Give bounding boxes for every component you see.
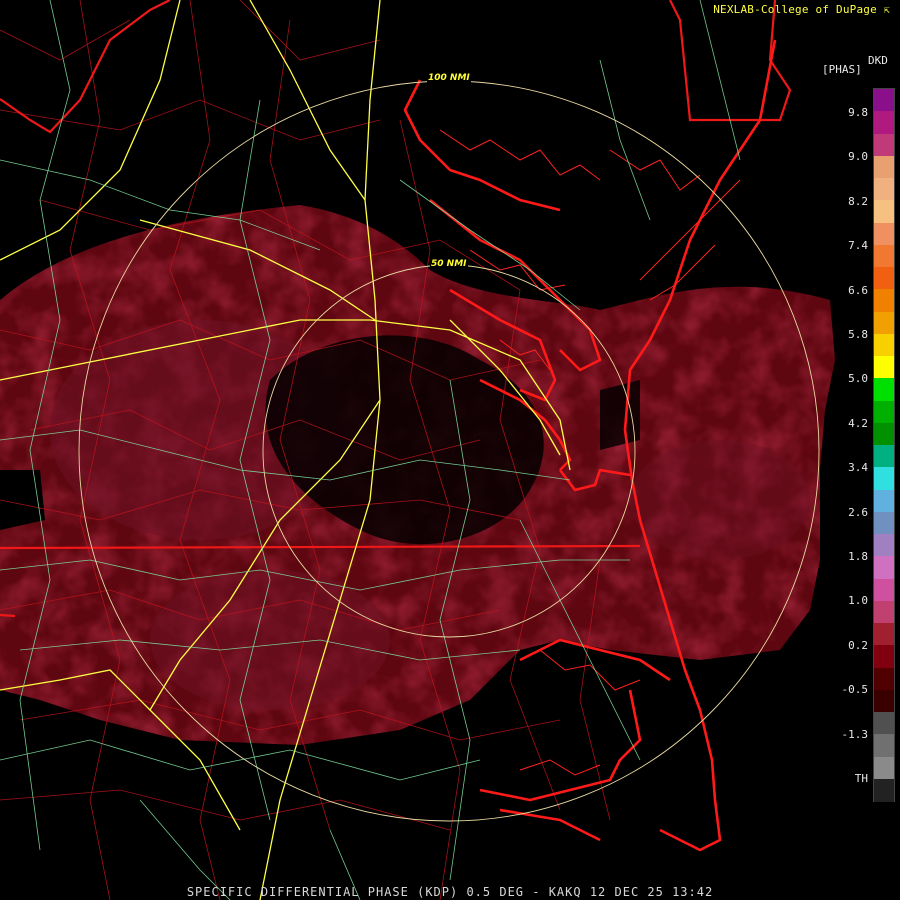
color-scale-segment [874, 578, 894, 602]
color-scale-segment [874, 556, 894, 580]
color-scale-segment [874, 155, 894, 179]
color-scale-segment [874, 333, 894, 357]
color-scale-segment [874, 712, 894, 735]
range-ring-50nmi-label: 50 NMI [430, 259, 468, 269]
color-scale-label: TH [854, 772, 868, 785]
color-scale-label: 4.2 [848, 416, 868, 430]
color-scale-segment [874, 600, 894, 624]
color-scale-segment [874, 200, 894, 224]
color-scale-label: 5.8 [848, 328, 868, 341]
color-scale-segment [874, 778, 894, 802]
color-scale-segment [874, 356, 894, 379]
color-scale-label: 3.4 [848, 461, 868, 475]
color-scale-segment [874, 222, 894, 246]
color-scale-segment [874, 445, 894, 468]
color-scale-segment [874, 645, 894, 669]
color-scale-segment [874, 133, 894, 157]
color-scale-segment [874, 267, 894, 290]
color-scale-label: 1.8 [848, 550, 868, 563]
credit-label: NEXLAB-College of DuPage ⇱ [713, 3, 890, 16]
color-scale-segment [874, 734, 894, 758]
color-scale-label: 9.8 [848, 106, 868, 119]
color-scale-label: 7.4 [848, 239, 868, 253]
color-scale-segment [874, 534, 894, 557]
color-scale-segment [874, 178, 894, 201]
kdp-echo-field [0, 205, 835, 745]
color-scale-segment [874, 467, 894, 491]
color-scale-segment [874, 511, 894, 535]
range-ring-100nmi-label: 100 NMI [427, 73, 471, 83]
color-scale-label: 0.2 [848, 638, 868, 652]
color-scale-label: -1.3 [841, 727, 869, 741]
product-description: SPECIFIC DIFFERENTIAL PHASE (KDP) 0.5 DE… [186, 885, 714, 899]
color-scale-segment [874, 89, 894, 112]
color-scale-label: 8.2 [848, 194, 868, 208]
color-scale-segment [874, 489, 894, 513]
color-scale-segment [874, 623, 894, 646]
color-scale-segment [874, 422, 894, 446]
color-scale-segment [874, 378, 894, 402]
color-scale-bar [873, 88, 895, 802]
color-scale-label: 5.0 [848, 372, 868, 386]
color-scale-segment [874, 689, 894, 713]
credit-logo-icon: ⇱ [883, 5, 890, 16]
color-scale-segment [874, 667, 894, 691]
color-scale-label: 6.6 [848, 283, 868, 297]
color-scale-segment [874, 111, 894, 135]
product-code-label: DKD [868, 54, 888, 67]
credit-text: NEXLAB-College of DuPage [713, 3, 877, 16]
color-scale-segment [874, 311, 894, 335]
color-scale-label: 9.0 [848, 150, 868, 164]
unit-label: [PHAS] [822, 63, 862, 76]
color-scale-label: -0.5 [841, 683, 869, 697]
radar-display: 100 NMI 50 NMI NEXLAB-College of DuPage … [0, 0, 900, 900]
color-scale-segment [874, 289, 894, 313]
color-scale-segment [874, 756, 894, 780]
color-scale-segment [874, 244, 894, 268]
color-scale-segment [874, 400, 894, 424]
color-scale-label: 2.6 [848, 505, 868, 519]
color-scale-label: 1.0 [848, 594, 868, 608]
radar-map [0, 0, 835, 900]
